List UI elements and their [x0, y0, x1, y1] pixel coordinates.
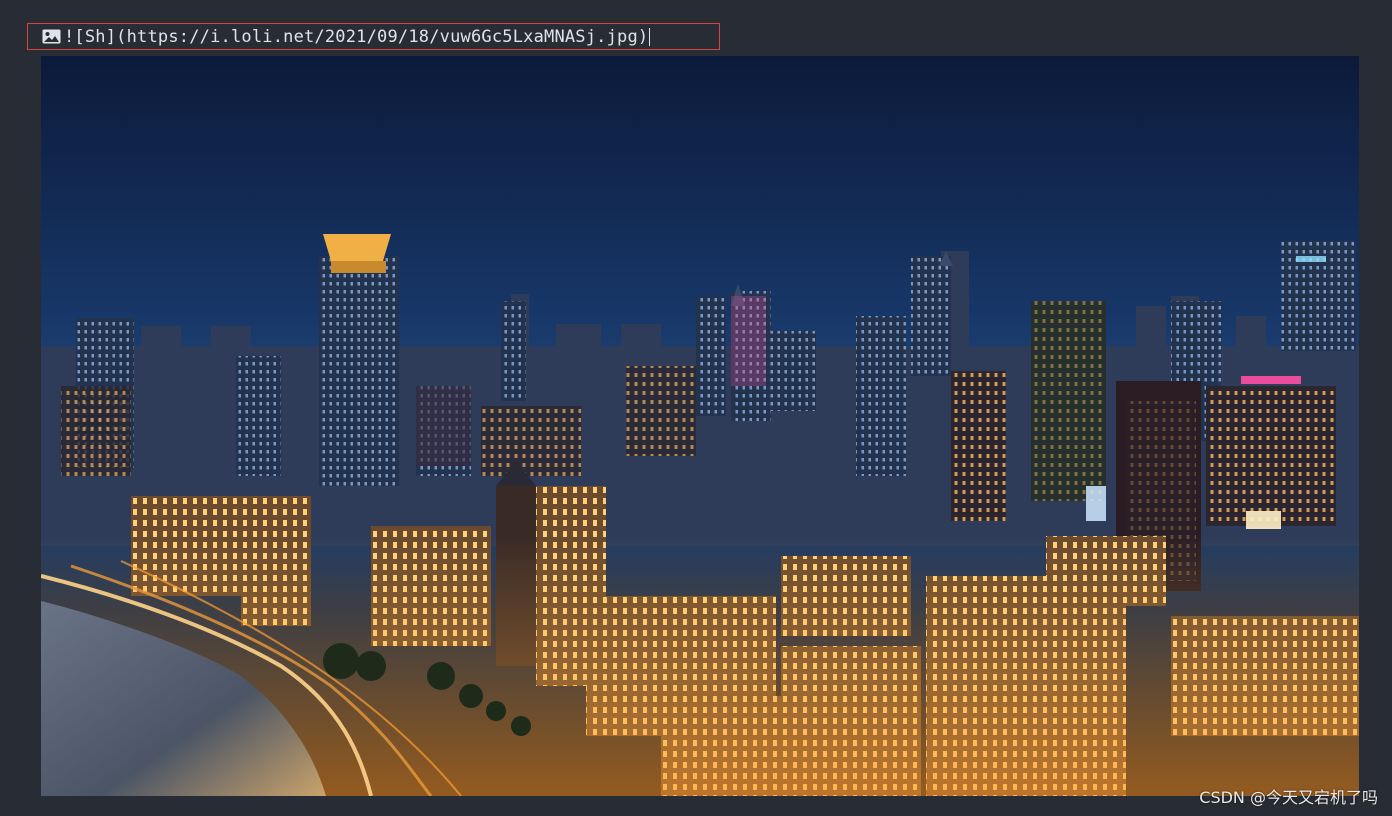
text-caret — [649, 27, 651, 46]
image-preview — [41, 56, 1359, 796]
csdn-watermark: CSDN @今天又宕机了吗 — [1199, 788, 1378, 807]
markdown-source-text[interactable]: ![Sh](https://i.loli.net/2021/09/18/vuw6… — [64, 27, 648, 47]
markdown-image-line[interactable]: ![Sh](https://i.loli.net/2021/09/18/vuw6… — [27, 23, 720, 50]
city-night-photo — [41, 56, 1359, 796]
markdown-editor: ![Sh](https://i.loli.net/2021/09/18/vuw6… — [0, 0, 1392, 816]
image-icon — [42, 29, 61, 44]
